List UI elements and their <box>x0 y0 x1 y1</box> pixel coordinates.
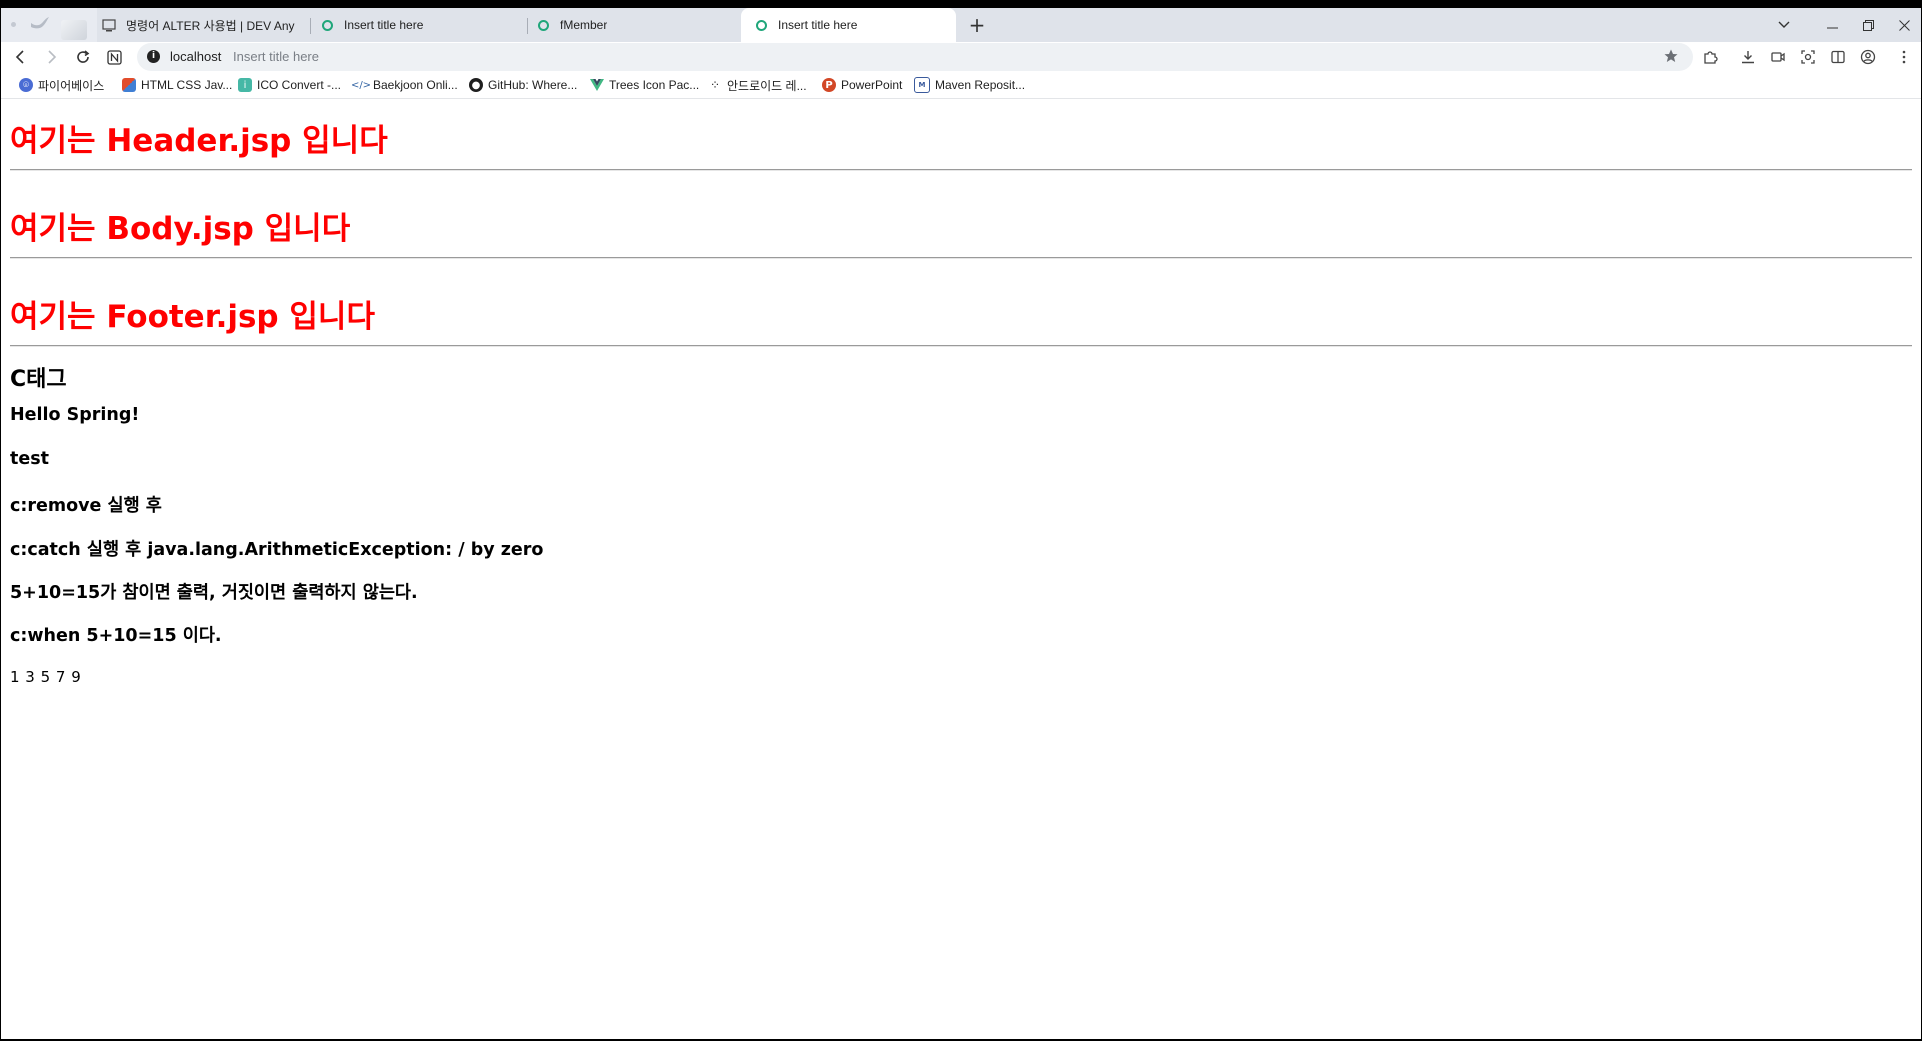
tab-insert-title-active[interactable]: Insert title here <box>741 8 956 42</box>
header-heading: 여기는 Header.jsp 입니다 <box>10 123 388 159</box>
bookmark-label: GitHub: Where... <box>488 78 578 92</box>
bookmark-label: HTML CSS Jav... <box>141 78 233 92</box>
bookmark-label: Baekjoon Onli... <box>373 78 458 92</box>
tab-list-chevron-icon[interactable] <box>1763 8 1805 42</box>
globe-ring-icon <box>535 17 551 33</box>
address-host: localhost <box>170 49 222 64</box>
browser-toolbar: i localhost Insert title here <box>1 42 1921 72</box>
page-content: 여기는 Header.jsp 입니다 여기는 Body.jsp 입니다 여기는 … <box>1 99 1921 1039</box>
tab-alter[interactable]: 명령어 ALTER 사용법 | DEV Any <box>101 8 301 42</box>
globe-ring-icon <box>753 17 769 33</box>
tab-strip: 명령어 ALTER 사용법 | DEV Any Insert title her… <box>1 8 1921 42</box>
output-line: test <box>10 449 50 469</box>
tab-title: Insert title here <box>344 18 424 32</box>
footer-heading: 여기는 Footer.jsp 입니다 <box>10 299 375 335</box>
tab-title: Insert title here <box>778 18 858 32</box>
profile-icon[interactable] <box>1859 48 1877 66</box>
divider <box>10 257 1912 259</box>
code-icon: </> <box>350 79 372 91</box>
site-info-icon[interactable]: i <box>147 50 160 63</box>
browser-window: 명령어 ALTER 사용법 | DEV Any Insert title her… <box>1 8 1921 1039</box>
bookmark-firebase[interactable]: ⌾ 파이어베이스 <box>19 76 104 94</box>
tab-fmember[interactable]: fMember <box>535 8 735 42</box>
new-tab-button[interactable]: + <box>966 14 988 36</box>
bookmark-baekjoon[interactable]: </> Baekjoon Onli... <box>350 76 458 94</box>
output-line: c:catch 실행 후 java.lang.ArithmeticExcepti… <box>10 540 544 560</box>
tab-title: fMember <box>560 18 608 32</box>
reload-button[interactable] <box>71 45 95 69</box>
odd-numbers: 1 3 5 7 9 <box>10 668 82 686</box>
media-icon[interactable] <box>1769 48 1787 66</box>
section-title: C태그 <box>10 367 67 392</box>
bookmark-android[interactable]: ⁘ 안드로이드 레... <box>708 76 807 94</box>
tab-title: 명령어 ALTER 사용법 | DEV Any <box>126 18 295 33</box>
tab-separator <box>527 18 528 34</box>
bookmark-label: 파이어베이스 <box>38 78 105 93</box>
bookmark-github[interactable]: ● GitHub: Where... <box>469 76 577 94</box>
blocks-icon <box>122 78 136 92</box>
extensions-icon[interactable] <box>1701 48 1719 66</box>
address-bar[interactable]: i localhost Insert title here <box>137 43 1693 71</box>
tab-search-area[interactable] <box>1 8 97 42</box>
output-line: c:remove 실행 후 <box>10 496 162 516</box>
download-icon[interactable] <box>1739 48 1757 66</box>
bookmark-trees-icon[interactable]: Trees Icon Pac... <box>590 76 699 94</box>
back-button[interactable] <box>9 45 33 69</box>
vue-icon <box>590 78 604 92</box>
bookmark-star-icon[interactable] <box>1663 48 1679 68</box>
forward-button[interactable] <box>39 45 63 69</box>
bird-logo-icon <box>31 17 49 29</box>
output-line: 5+10=15가 참이면 출력, 거짓이면 출력하지 않는다. <box>10 583 418 603</box>
split-view-icon[interactable] <box>1829 48 1847 66</box>
output-line: Hello Spring! <box>10 405 140 425</box>
ico-icon: i <box>238 78 252 92</box>
bookmark-powerpoint[interactable]: P PowerPoint <box>822 76 902 94</box>
naver-home-icon[interactable] <box>102 45 126 69</box>
close-button[interactable] <box>1883 8 1921 42</box>
tab-preview-thumbnail <box>61 20 87 40</box>
divider <box>10 169 1912 171</box>
bookmark-label: Trees Icon Pac... <box>609 78 700 92</box>
capture-icon[interactable] <box>1799 48 1817 66</box>
bookmark-label: ICO Convert -... <box>257 78 342 92</box>
tab-separator <box>310 18 311 34</box>
divider <box>10 345 1912 347</box>
github-icon: ● <box>469 78 483 92</box>
body-heading: 여기는 Body.jsp 입니다 <box>10 211 351 247</box>
page-icon <box>101 17 117 33</box>
bookmark-label: 안드로이드 레... <box>727 78 807 93</box>
address-page-title: Insert title here <box>233 49 319 64</box>
more-menu-icon[interactable] <box>1895 48 1913 66</box>
globe-ring-icon <box>319 17 335 33</box>
bookmarks-bar: ⌾ 파이어베이스 HTML CSS Jav... i ICO Convert -… <box>1 72 1921 99</box>
tab-insert-title-1[interactable]: Insert title here <box>319 8 519 42</box>
dots-icon: ⁘ <box>709 78 721 92</box>
output-line: c:when 5+10=15 이다. <box>10 626 222 646</box>
bookmark-label: Maven Reposit... <box>935 78 1026 92</box>
bookmark-label: PowerPoint <box>841 78 903 92</box>
bookmark-maven[interactable]: M Maven Reposit... <box>914 76 1025 94</box>
powerpoint-icon: P <box>822 78 836 92</box>
firebase-icon: ⌾ <box>19 78 33 92</box>
bookmark-html-css[interactable]: HTML CSS Jav... <box>122 76 232 94</box>
maven-icon: M <box>914 77 930 93</box>
bookmark-ico-convert[interactable]: i ICO Convert -... <box>238 76 341 94</box>
tab-menu-dot-icon <box>11 22 16 27</box>
